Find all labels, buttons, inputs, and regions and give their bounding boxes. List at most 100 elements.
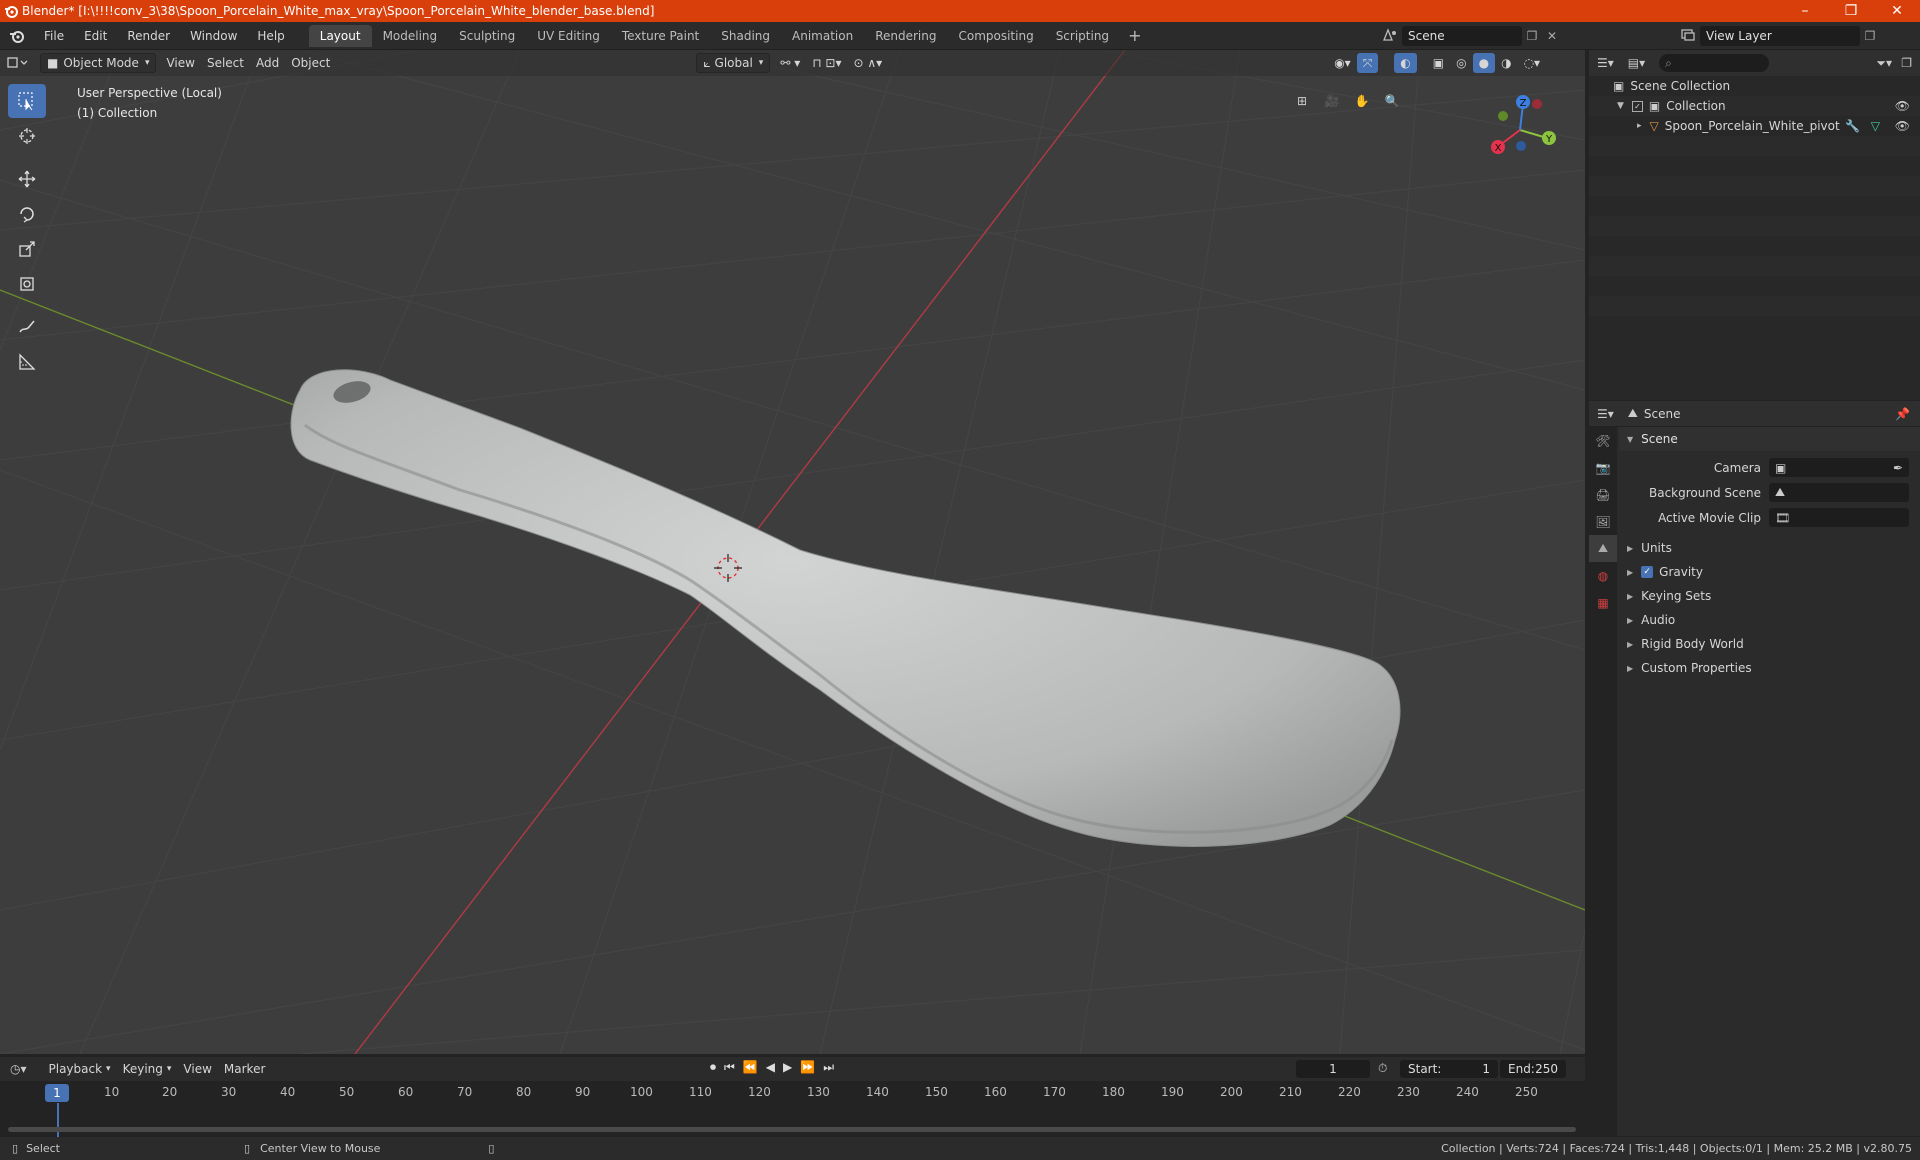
texture-tab-icon[interactable]: ▦ xyxy=(1589,589,1617,616)
rigid-body-panel-header[interactable]: ▶ Rigid Body World xyxy=(1619,632,1920,656)
timeline-scrollbar[interactable] xyxy=(8,1127,1576,1132)
menu-render[interactable]: Render xyxy=(117,29,180,43)
transform-tool[interactable] xyxy=(8,267,46,301)
tab-sculpting[interactable]: Sculpting xyxy=(448,25,526,47)
jump-end-icon[interactable]: ⏭ xyxy=(823,1060,834,1075)
move-tool[interactable] xyxy=(8,162,46,196)
3d-viewport[interactable]: ■ Object Mode ▾ View Select Add Object ⟀… xyxy=(0,50,1585,1054)
custom-properties-panel-header[interactable]: ▶ Custom Properties xyxy=(1619,656,1920,680)
scene-remove-icon[interactable]: ✕ xyxy=(1542,29,1562,43)
world-tab-icon[interactable]: ◍ xyxy=(1589,562,1617,589)
orientation-dropdown[interactable]: ⟀ Global ▾ xyxy=(696,53,771,73)
play-reverse-icon[interactable]: ◀ xyxy=(766,1060,775,1075)
pivot-icon[interactable]: ⚯ ▾ xyxy=(774,53,806,73)
eye-icon[interactable]: 👁 xyxy=(1895,119,1910,133)
start-frame-field[interactable]: Start: 1 xyxy=(1400,1060,1498,1078)
visibility-icon[interactable]: ◉▾ xyxy=(1328,53,1357,73)
tab-layout[interactable]: Layout xyxy=(308,24,372,47)
spoon-mesh[interactable] xyxy=(290,369,1401,847)
menu-edit[interactable]: Edit xyxy=(74,29,117,43)
timeline-editor-icon[interactable]: ◷▾ xyxy=(10,1062,27,1076)
outliner-row-scene-collection[interactable]: ▣ Scene Collection xyxy=(1589,76,1920,96)
timeline-menu-keying[interactable]: Keying ▾ xyxy=(117,1059,178,1079)
timeline-menu-playback[interactable]: Playback ▾ xyxy=(43,1059,117,1079)
eyedropper-icon[interactable]: ✒ xyxy=(1893,461,1903,475)
scene-copy-icon[interactable]: ❐ xyxy=(1522,29,1542,43)
tab-animation[interactable]: Animation xyxy=(781,25,864,47)
tab-modeling[interactable]: Modeling xyxy=(372,25,449,47)
select-box-tool[interactable] xyxy=(8,84,46,118)
jump-start-icon[interactable]: ⏮ xyxy=(724,1060,735,1075)
audio-panel-header[interactable]: ▶ Audio xyxy=(1619,608,1920,632)
viewport-menu-add[interactable]: Add xyxy=(250,53,285,73)
proportional-edit-icon[interactable]: ⊙ ∧▾ xyxy=(848,53,889,73)
maximize-button[interactable]: ❐ xyxy=(1828,0,1874,22)
display-mode-icon[interactable]: ▤▾ xyxy=(1628,56,1645,70)
view-layer-copy-icon[interactable]: ❐ xyxy=(1860,29,1880,43)
solid-shading-icon[interactable]: ● xyxy=(1472,53,1496,73)
minimize-button[interactable]: – xyxy=(1782,0,1828,22)
active-movie-clip-field[interactable]: 🎞 xyxy=(1769,508,1909,527)
current-frame-field[interactable]: 1 xyxy=(1296,1060,1370,1078)
tab-uv-editing[interactable]: UV Editing xyxy=(526,25,611,47)
expand-arrow-icon[interactable]: ▼ xyxy=(1617,101,1624,111)
material-shading-icon[interactable]: ◑ xyxy=(1495,53,1517,73)
modifier-wrench-icon[interactable]: 🔧 xyxy=(1845,119,1860,133)
tab-rendering[interactable]: Rendering xyxy=(864,25,947,47)
tab-scripting[interactable]: Scripting xyxy=(1045,25,1120,47)
wireframe-shading-icon[interactable]: ◎ xyxy=(1450,53,1472,73)
record-icon[interactable]: ⏺ xyxy=(710,1060,716,1075)
current-frame-indicator[interactable]: 1 xyxy=(45,1084,69,1102)
snap-icon[interactable]: ⊓ ⊡▾ xyxy=(806,53,847,73)
add-workspace-button[interactable]: + xyxy=(1120,26,1149,45)
tab-texture-paint[interactable]: Texture Paint xyxy=(611,25,710,47)
play-icon[interactable]: ▶ xyxy=(783,1060,792,1075)
rendered-shading-icon[interactable]: ◌▾ xyxy=(1518,53,1547,73)
menu-window[interactable]: Window xyxy=(180,29,247,43)
render-tab-icon[interactable]: 📷 xyxy=(1589,454,1617,481)
collection-checkbox[interactable]: ✓ xyxy=(1631,100,1643,112)
xray-icon[interactable]: ▣ xyxy=(1427,53,1450,73)
background-scene-field[interactable]: ⛰ xyxy=(1769,483,1909,502)
zoom-icon[interactable]: 🔍 xyxy=(1377,88,1407,114)
camera-field[interactable]: ▣ ✒ xyxy=(1769,458,1909,477)
filter-icon[interactable]: ⏷▾ xyxy=(1876,56,1892,71)
viewport-menu-object[interactable]: Object xyxy=(285,53,336,73)
cursor-tool[interactable] xyxy=(8,119,46,153)
units-panel-header[interactable]: ▶ Units xyxy=(1619,536,1920,560)
timeline-menu-marker[interactable]: Marker xyxy=(218,1059,271,1079)
camera-view-icon[interactable]: 🎥 xyxy=(1317,88,1347,114)
close-button[interactable]: ✕ xyxy=(1874,0,1920,22)
mesh-data-icon[interactable]: ▽ xyxy=(1871,119,1880,133)
keying-sets-panel-header[interactable]: ▶ Keying Sets xyxy=(1619,584,1920,608)
scene-selector[interactable]: Scene ❐ ✕ xyxy=(1382,25,1562,47)
scale-tool[interactable] xyxy=(8,232,46,266)
overlay-toggle-icon[interactable]: ◐ xyxy=(1394,53,1417,73)
properties-editor-icon[interactable]: ☰▾ xyxy=(1597,407,1614,421)
outliner-row-collection[interactable]: ▼ ✓ ▣ Collection 👁 xyxy=(1589,96,1920,116)
output-tab-icon[interactable]: 🖨 xyxy=(1589,481,1617,508)
tool-settings-tab-icon[interactable]: 🛠 xyxy=(1589,427,1617,454)
gravity-checkbox[interactable]: ✓ xyxy=(1641,566,1654,578)
scene-panel-header[interactable]: ▼ Scene xyxy=(1619,427,1920,451)
pin-icon[interactable]: 📌 xyxy=(1895,407,1910,421)
outliner-editor-icon[interactable]: ☰▾ xyxy=(1597,56,1614,70)
tab-shading[interactable]: Shading xyxy=(710,25,781,47)
outliner-search-input[interactable]: ⌕ xyxy=(1659,54,1770,72)
view-layer-tab-icon[interactable]: 🖼 xyxy=(1589,508,1617,535)
viewport-menu-view[interactable]: View xyxy=(160,53,200,73)
rotate-tool[interactable] xyxy=(8,197,46,231)
pan-hand-icon[interactable]: ✋ xyxy=(1347,88,1377,114)
scene-name-field[interactable]: Scene xyxy=(1402,26,1522,46)
timeline-ruler[interactable]: 1 10 20 30 40 50 60 70 80 90 100 110 120… xyxy=(0,1083,1585,1137)
editor-type-icon[interactable] xyxy=(0,53,34,73)
next-keyframe-icon[interactable]: ⏩ xyxy=(800,1060,815,1075)
viewport-menu-select[interactable]: Select xyxy=(201,53,250,73)
eye-icon[interactable]: 👁 xyxy=(1895,99,1910,113)
blender-menu-icon[interactable] xyxy=(0,28,34,44)
timeline-menu-view[interactable]: View xyxy=(177,1059,217,1079)
outliner-row-object[interactable]: ▸ ▽ Spoon_Porcelain_White_pivot 🔧 ▽ 👁 xyxy=(1589,116,1920,136)
view-layer-name-field[interactable]: View Layer xyxy=(1700,26,1860,46)
end-frame-field[interactable]: End: 250 xyxy=(1500,1060,1566,1078)
menu-file[interactable]: File xyxy=(34,29,74,43)
